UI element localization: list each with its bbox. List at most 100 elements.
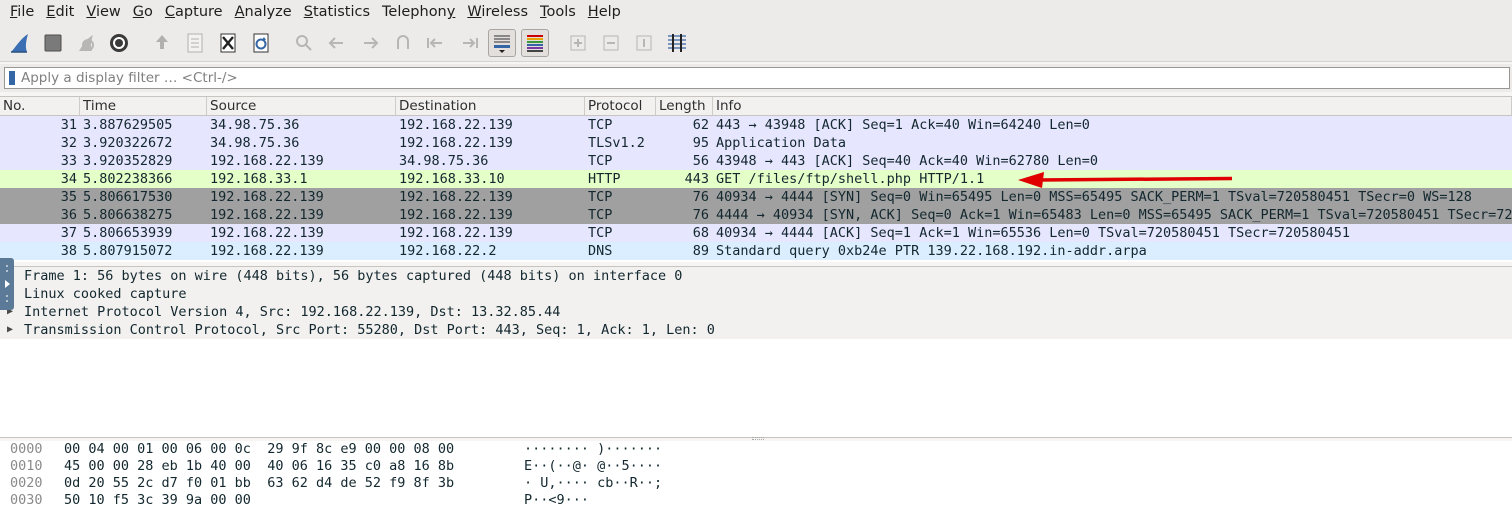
zoom-in-icon: [570, 35, 586, 50]
detail-tree-item[interactable]: Linux cooked capture: [0, 285, 1512, 303]
find-icon: [296, 34, 312, 51]
detail-tree-item[interactable]: Frame 1: 56 bytes on wire (448 bits), 56…: [0, 267, 1512, 285]
menu-go[interactable]: Go: [127, 0, 159, 24]
colorize-toggle[interactable]: [521, 28, 549, 57]
packet-row[interactable]: 36 5.806638275 192.168.22.139 192.168.22.13…: [0, 206, 1512, 224]
packet-cell-proto: TCP: [588, 207, 613, 223]
hex-dump-hex[interactable]: 45 00 00 28 eb 1b 40 00 40 06 16 35 c0 a…: [64, 458, 524, 475]
packet-cell-len: 68: [692, 225, 709, 241]
colorize-icon: [527, 34, 543, 52]
go-forward-button[interactable]: [356, 29, 384, 57]
packet-cell-dst: 192.168.22.139: [399, 189, 513, 205]
restart-capture-button[interactable]: [72, 29, 100, 57]
go-to-packet-button[interactable]: [389, 29, 417, 57]
stop-capture-button[interactable]: [39, 29, 67, 57]
packet-cell-dst: 192.168.33.10: [399, 171, 505, 187]
go-forward-icon: [364, 36, 379, 49]
menu-help[interactable]: Help: [582, 0, 627, 24]
go-back-icon: [328, 36, 343, 49]
packet-cell-info: 40934 → 4444 [ACK] Seq=1 Ack=1 Win=65536…: [716, 225, 1350, 241]
hex-dump-hex[interactable]: 50 10 f5 3c 39 9a 00 00: [64, 492, 524, 509]
packet-bytes-pane: 0000 00 04 00 01 00 06 00 0c 29 9f 8c e9 …: [0, 441, 1512, 531]
resize-columns-button[interactable]: [663, 29, 691, 57]
hex-dump-offset[interactable]: 0010: [0, 458, 64, 475]
annotation-arrow: [1018, 172, 1233, 188]
packet-cell-dst: 34.98.75.36: [399, 153, 489, 169]
detail-tree-item[interactable]: ▶ Transmission Control Protocol, Src Port…: [0, 321, 1512, 339]
hex-dump-hex[interactable]: 0d 20 55 2c d7 f0 01 bb 63 62 d4 de 52 f…: [64, 475, 524, 492]
open-file-button[interactable]: [148, 29, 176, 57]
autoscroll-toggle[interactable]: [488, 28, 516, 57]
expand-right-icon: [5, 265, 10, 302]
packet-cell-len: 89: [692, 243, 709, 259]
side-panel-handle[interactable]: [0, 258, 14, 310]
start-capture-button[interactable]: [6, 29, 34, 57]
packet-row[interactable]: 32 3.920322672 34.98.75.36 192.168.22.139 TL…: [0, 134, 1512, 152]
packet-cell-info: Application Data: [716, 135, 847, 151]
menu-analyze[interactable]: Analyze: [229, 0, 298, 24]
column-header-destination[interactable]: Destination: [396, 97, 585, 115]
hex-dump-ascii[interactable]: P··<9···: [524, 492, 589, 509]
save-file-icon: [187, 33, 203, 52]
menu-file[interactable]: File: [4, 0, 40, 24]
packet-cell-info: 40934 → 4444 [SYN] Seq=0 Win=65495 Len=0…: [716, 189, 1472, 205]
expand-arrow-icon[interactable]: ▶: [7, 321, 13, 339]
detail-tree-label: Frame 1: 56 bytes on wire (448 bits), 56…: [24, 268, 683, 284]
pane-splitter-grip[interactable]: [752, 437, 764, 440]
menu-view[interactable]: View: [80, 0, 126, 24]
hex-dump-offset[interactable]: 0000: [0, 441, 64, 458]
go-last-button[interactable]: [455, 29, 483, 57]
menu-wireless[interactable]: Wireless: [461, 0, 534, 24]
packet-cell-len: 56: [692, 153, 709, 169]
hex-dump-hex[interactable]: 00 04 00 01 00 06 00 0c 29 9f 8c e9 00 0…: [64, 441, 524, 458]
menu-telephony[interactable]: Telephony: [376, 0, 461, 24]
normal-size-button[interactable]: [630, 29, 658, 57]
packet-cell-dst: 192.168.22.139: [399, 117, 513, 133]
packet-cell-src: 192.168.22.139: [210, 189, 324, 205]
display-filter-bar: [0, 64, 1512, 92]
packet-cell-dst: 192.168.22.139: [399, 225, 513, 241]
hex-dump-ascii[interactable]: ········ )·······: [524, 441, 662, 458]
column-header-info[interactable]: Info: [713, 97, 1512, 115]
packet-cell-len: 95: [692, 135, 709, 151]
detail-tree-item[interactable]: ▶ Internet Protocol Version 4, Src: 192.1…: [0, 303, 1512, 321]
packet-row[interactable]: 31 3.887629505 34.98.75.36 192.168.22.139 TC…: [0, 116, 1512, 134]
menu-capture[interactable]: Capture: [159, 0, 229, 24]
capture-options-button[interactable]: [105, 29, 133, 57]
packet-list-header: No. Time Source Destination Protocol Length In…: [0, 96, 1512, 116]
display-filter-input[interactable]: [21, 70, 621, 86]
go-last-icon: [463, 37, 478, 48]
packet-row[interactable]: 34 5.802238366 192.168.33.1 192.168.33.10 HT…: [0, 170, 1512, 188]
hex-dump-offset[interactable]: 0020: [0, 475, 64, 492]
find-packet-button[interactable]: [290, 29, 318, 57]
reload-file-button[interactable]: [247, 29, 275, 57]
column-header-protocol[interactable]: Protocol: [585, 97, 656, 115]
packet-cell-no: 32: [60, 135, 77, 151]
hex-dump-offset[interactable]: 0030: [0, 492, 64, 509]
packet-cell-src: 192.168.22.139: [210, 243, 324, 259]
packet-row[interactable]: 35 5.806617530 192.168.22.139 192.168.22.13…: [0, 188, 1512, 206]
go-first-button[interactable]: [422, 29, 450, 57]
column-header-no[interactable]: No.: [0, 97, 80, 115]
menu-statistics[interactable]: Statistics: [298, 0, 376, 24]
zoom-out-button[interactable]: [597, 29, 625, 57]
menu-edit[interactable]: Edit: [40, 0, 80, 24]
save-file-button[interactable]: [181, 29, 209, 57]
packet-cell-src: 34.98.75.36: [210, 117, 300, 133]
close-file-button[interactable]: [214, 29, 242, 57]
column-header-source[interactable]: Source: [207, 97, 396, 115]
hex-dump-row: 0030 50 10 f5 3c 39 9a 00 00 P··<9···: [0, 492, 1512, 509]
menu-tools[interactable]: Tools: [534, 0, 582, 24]
bookmark-icon[interactable]: [9, 71, 15, 85]
packet-row[interactable]: 37 5.806653939 192.168.22.139 192.168.22.13…: [0, 224, 1512, 242]
hex-dump-ascii[interactable]: · U,···· cb··R··;: [524, 475, 662, 492]
column-header-time[interactable]: Time: [80, 97, 207, 115]
hex-dump-ascii[interactable]: E··(··@· @··5····: [524, 458, 662, 475]
packet-row[interactable]: 38 5.807915072 192.168.22.139 192.168.22.2 D…: [0, 242, 1512, 260]
resize-columns-icon: [668, 33, 686, 52]
zoom-in-button[interactable]: [564, 29, 592, 57]
go-back-button[interactable]: [323, 29, 351, 57]
column-header-length[interactable]: Length: [656, 97, 713, 115]
hex-dump-row: 0020 0d 20 55 2c d7 f0 01 bb 63 62 d4 de …: [0, 475, 1512, 492]
packet-row[interactable]: 33 3.920352829 192.168.22.139 34.98.75.36 TC…: [0, 152, 1512, 170]
